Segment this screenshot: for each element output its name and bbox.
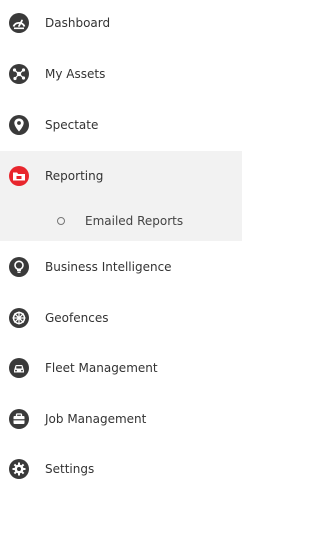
briefcase-icon xyxy=(8,408,30,430)
sidebar-item-label: Reporting xyxy=(45,169,104,183)
sidebar-item-label: Settings xyxy=(45,462,95,476)
sidebar-item-label: Spectate xyxy=(45,118,99,132)
reports-folder-icon xyxy=(8,165,30,187)
sidebar-item-label: Dashboard xyxy=(45,16,111,30)
sidebar-item-job-management[interactable]: Job Management xyxy=(0,401,242,437)
sidebar-item-label: Fleet Management xyxy=(45,361,158,375)
sidebar-item-geofences[interactable]: Geofences xyxy=(0,300,242,336)
submenu-item-emailed-reports[interactable]: Emailed Reports xyxy=(0,203,242,239)
sidebar-item-label: My Assets xyxy=(45,67,106,81)
sidebar-item-settings[interactable]: Settings xyxy=(0,451,242,487)
submenu-bullet-icon xyxy=(57,217,65,225)
assets-network-icon xyxy=(8,63,30,85)
sidebar-item-dashboard[interactable]: Dashboard xyxy=(0,5,242,41)
sidebar-item-label: Business Intelligence xyxy=(45,260,172,274)
submenu-item-label: Emailed Reports xyxy=(85,214,184,228)
sidebar-item-fleet-management[interactable]: Fleet Management xyxy=(0,350,242,386)
car-icon xyxy=(8,357,30,379)
sidebar-item-label: Geofences xyxy=(45,311,109,325)
sidebar-item-label: Job Management xyxy=(45,412,147,426)
sidebar-nav: Dashboard My Assets Spectate Reporting E… xyxy=(0,0,242,542)
dashboard-gauge-icon xyxy=(8,12,30,34)
sidebar-item-reporting[interactable]: Reporting xyxy=(0,158,242,194)
sidebar-item-spectate[interactable]: Spectate xyxy=(0,107,242,143)
sidebar-item-my-assets[interactable]: My Assets xyxy=(0,56,242,92)
map-pin-icon xyxy=(8,114,30,136)
gear-icon xyxy=(8,458,30,480)
lightbulb-icon xyxy=(8,256,30,278)
geofence-wheel-icon xyxy=(8,307,30,329)
sidebar-item-business-intelligence[interactable]: Business Intelligence xyxy=(0,249,242,285)
